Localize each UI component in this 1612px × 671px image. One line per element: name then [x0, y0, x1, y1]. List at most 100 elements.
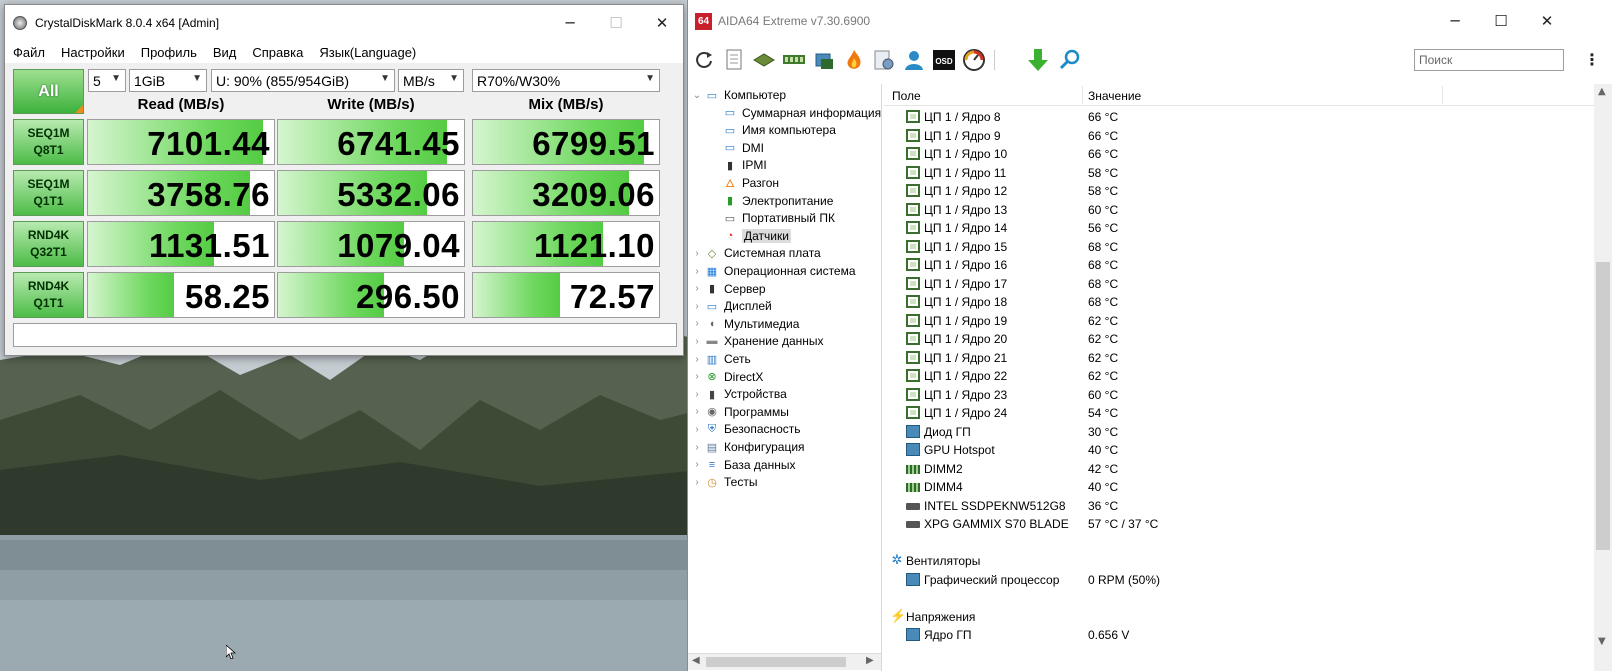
- chevron-right-icon[interactable]: ›: [690, 354, 704, 365]
- chevron-right-icon[interactable]: ›: [690, 371, 704, 382]
- chevron-right-icon[interactable]: ›: [690, 424, 704, 435]
- tree-item[interactable]: › ▬ Хранение данных: [690, 332, 823, 350]
- table-row[interactable]: ЦП 1 / Ядро 13 60 °C: [884, 201, 1584, 219]
- table-row[interactable]: GPU Hotspot 40 °C: [884, 441, 1584, 459]
- chevron-right-icon[interactable]: ›: [690, 318, 704, 329]
- chevron-right-icon[interactable]: ›: [690, 389, 704, 400]
- flame-icon[interactable]: [841, 47, 867, 73]
- column-divider[interactable]: [1082, 86, 1083, 104]
- column-divider[interactable]: [1442, 86, 1443, 104]
- chevron-right-icon[interactable]: ›: [690, 442, 704, 453]
- profile-select[interactable]: R70%/W30% ▼: [472, 69, 660, 92]
- scroll-right-icon[interactable]: ▶: [866, 655, 874, 666]
- aida64-window[interactable]: 64 AIDA64 Extreme v7.30.6900 ─ ☐ ✕ OSD П…: [687, 0, 1612, 671]
- aida-titlebar[interactable]: 64 AIDA64 Extreme v7.30.6900 ─ ☐ ✕: [688, 0, 1612, 42]
- chevron-right-icon[interactable]: ›: [690, 406, 704, 417]
- table-row[interactable]: ЦП 1 / Ядро 18 68 °C: [884, 293, 1584, 311]
- menu-language[interactable]: Язык(Language): [319, 45, 416, 60]
- group-header[interactable]: ⚡ Напряжения: [884, 608, 1584, 626]
- refresh-icon[interactable]: [691, 47, 717, 73]
- menu-settings[interactable]: Настройки: [61, 45, 125, 60]
- scroll-left-icon[interactable]: ◀: [692, 655, 700, 666]
- close-button[interactable]: ✕: [639, 5, 685, 41]
- tree-item[interactable]: ▮ IPMI: [708, 156, 767, 174]
- unit-select[interactable]: MB/s ▼: [398, 69, 464, 92]
- table-row[interactable]: ЦП 1 / Ядро 17 68 °C: [884, 275, 1584, 293]
- tree-item[interactable]: › ◖ Мультимедиа: [690, 315, 799, 333]
- table-row[interactable]: ЦП 1 / Ядро 9 66 °C: [884, 127, 1584, 145]
- download-icon[interactable]: [1025, 47, 1051, 73]
- chevron-right-icon[interactable]: ›: [690, 336, 704, 347]
- tree-item[interactable]: › ⛨ Безопасность: [690, 420, 800, 438]
- chevron-right-icon[interactable]: ›: [690, 248, 704, 259]
- more-options-icon[interactable]: ⋮: [1584, 50, 1600, 69]
- table-row[interactable]: DIMM4 40 °C: [884, 478, 1584, 496]
- tree-item[interactable]: ◔ Датчики: [708, 227, 791, 245]
- chevron-down-icon[interactable]: ⌄: [690, 90, 704, 101]
- chevron-right-icon[interactable]: ›: [690, 266, 704, 277]
- table-row[interactable]: Графический процессор 0 RPM (50%): [884, 571, 1584, 589]
- count-select[interactable]: 5 ▼: [88, 69, 126, 92]
- close-button[interactable]: ✕: [1524, 0, 1570, 42]
- user-icon[interactable]: [901, 47, 927, 73]
- search-icon[interactable]: [1057, 47, 1083, 73]
- motherboard-icon[interactable]: [751, 47, 777, 73]
- menu-file[interactable]: Файл: [13, 45, 45, 60]
- memory-icon[interactable]: [781, 47, 807, 73]
- table-row[interactable]: INTEL SSDPEKNW512G8 36 °C: [884, 497, 1584, 515]
- table-row[interactable]: ЦП 1 / Ядро 12 58 °C: [884, 182, 1584, 200]
- hardware-icon[interactable]: [811, 47, 837, 73]
- tree-item[interactable]: ▭ Суммарная информация: [708, 104, 881, 122]
- table-row[interactable]: DIMM2 42 °C: [884, 460, 1584, 478]
- test-row-button[interactable]: RND4K Q32T1: [13, 221, 84, 267]
- chevron-right-icon[interactable]: ›: [690, 477, 704, 488]
- all-button[interactable]: All: [13, 69, 84, 114]
- drive-select[interactable]: U: 90% (855/954GiB) ▼: [211, 69, 395, 92]
- menu-profile[interactable]: Профиль: [141, 45, 197, 60]
- test-row-button[interactable]: SEQ1M Q8T1: [13, 119, 84, 165]
- tree-item[interactable]: ▭ DMI: [708, 139, 764, 157]
- table-row[interactable]: Диод ГП 30 °C: [884, 423, 1584, 441]
- scroll-down-icon[interactable]: ▼: [1598, 636, 1606, 647]
- cdm-titlebar[interactable]: CrystalDiskMark 8.0.4 x64 [Admin] ─ ☐ ✕: [5, 5, 683, 41]
- config-icon[interactable]: [871, 47, 897, 73]
- tree-item[interactable]: › ▮ Сервер: [690, 280, 765, 298]
- maximize-button[interactable]: ☐: [1478, 0, 1524, 42]
- gauge-icon[interactable]: [961, 47, 987, 73]
- size-select[interactable]: 1GiB ▼: [129, 69, 207, 92]
- search-input[interactable]: Поиск: [1414, 49, 1564, 71]
- scroll-up-icon[interactable]: ▲: [1598, 86, 1606, 97]
- osd-icon[interactable]: OSD: [931, 47, 957, 73]
- table-row[interactable]: Ядро ГП 0.656 V: [884, 626, 1584, 644]
- table-row[interactable]: ЦП 1 / Ядро 16 68 °C: [884, 256, 1584, 274]
- table-row[interactable]: ЦП 1 / Ядро 20 62 °C: [884, 330, 1584, 348]
- tree-item[interactable]: › ▤ Конфигурация: [690, 438, 804, 456]
- crystaldiskmark-window[interactable]: CrystalDiskMark 8.0.4 x64 [Admin] ─ ☐ ✕ …: [4, 4, 684, 356]
- field-column-header[interactable]: Поле: [892, 89, 921, 103]
- tree-item[interactable]: ▭ Портативный ПК: [708, 209, 835, 227]
- tree-horizontal-scrollbar[interactable]: ◀ ▶: [688, 653, 881, 670]
- scrollbar-thumb[interactable]: [1596, 262, 1610, 550]
- test-row-button[interactable]: RND4K Q1T1: [13, 272, 84, 318]
- tree-item[interactable]: ▮ Электропитание: [708, 192, 833, 210]
- tree-item[interactable]: › ▭ Дисплей: [690, 297, 771, 315]
- value-column-header[interactable]: Значение: [1088, 89, 1141, 103]
- tree-item[interactable]: › ▮ Устройства: [690, 385, 786, 403]
- chevron-right-icon[interactable]: ›: [690, 301, 704, 312]
- tree-item[interactable]: › ▦ Операционная система: [690, 262, 855, 280]
- table-row[interactable]: ЦП 1 / Ядро 23 60 °C: [884, 386, 1584, 404]
- table-row[interactable]: ЦП 1 / Ядро 24 54 °C: [884, 404, 1584, 422]
- minimize-button[interactable]: ─: [1432, 0, 1478, 42]
- tree-item[interactable]: ⌄ ▭ Компьютер: [690, 86, 786, 104]
- table-row[interactable]: ЦП 1 / Ядро 8 66 °C: [884, 108, 1584, 126]
- tree-item[interactable]: › ≡ База данных: [690, 456, 795, 474]
- group-header[interactable]: ✲ Вентиляторы: [884, 552, 1584, 570]
- tree-item[interactable]: › ◇ Системная плата: [690, 244, 820, 262]
- list-vertical-scrollbar[interactable]: ▲ ▼: [1594, 84, 1612, 671]
- table-row[interactable]: ЦП 1 / Ядро 19 62 °C: [884, 312, 1584, 330]
- menu-help[interactable]: Справка: [252, 45, 303, 60]
- chevron-right-icon[interactable]: ›: [690, 459, 704, 470]
- minimize-button[interactable]: ─: [547, 5, 593, 41]
- menu-view[interactable]: Вид: [213, 45, 237, 60]
- table-row[interactable]: ЦП 1 / Ядро 22 62 °C: [884, 367, 1584, 385]
